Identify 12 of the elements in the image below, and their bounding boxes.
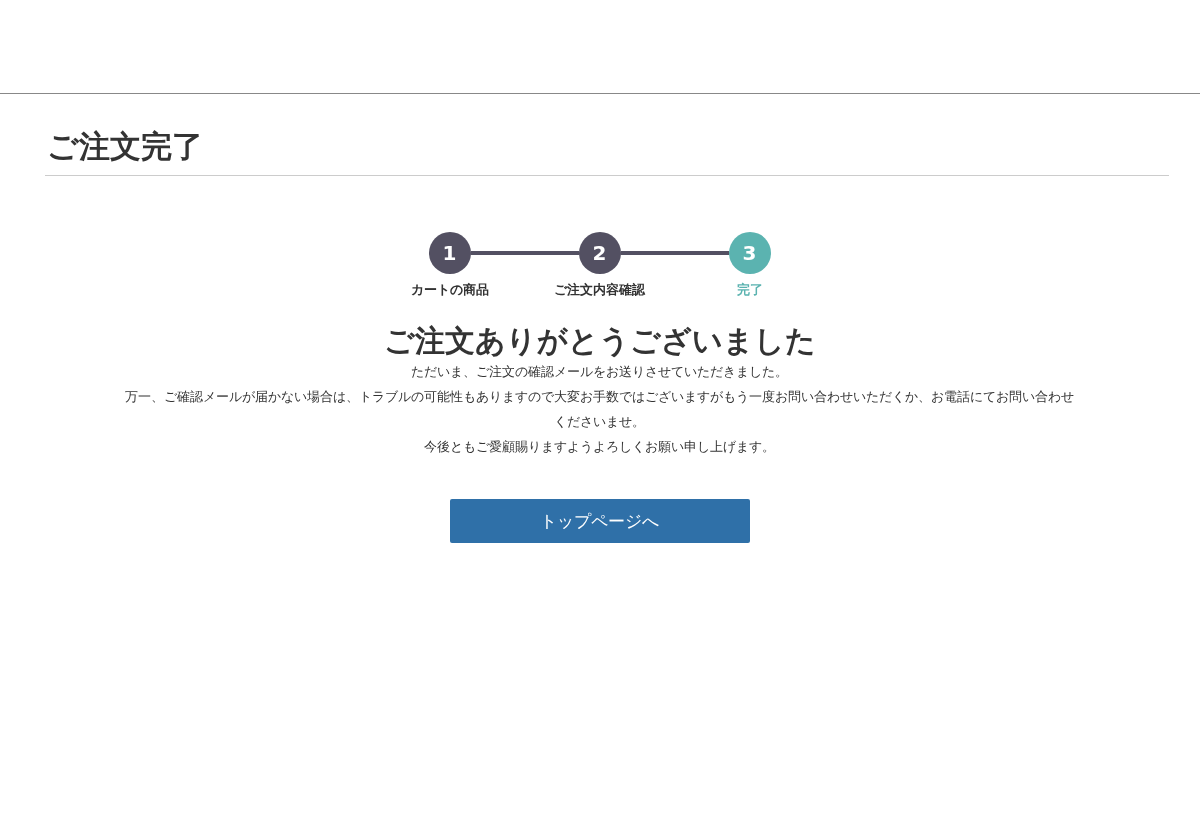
top-page-button[interactable]: トップページへ <box>449 499 750 543</box>
page-title: ご注文完了 <box>45 127 1169 176</box>
message-text: ただいま、ご注文の確認メールをお送りさせていただきました。 <box>410 363 789 381</box>
step-number: 1 <box>428 232 471 274</box>
step-label: ご注文内容確認 <box>554 281 645 299</box>
message-text: 今後ともご愛顧賜りますようよろしくお願い申し上げます。 <box>423 438 776 456</box>
step-number: 3 <box>728 232 771 274</box>
thank-you-heading: ご注文ありがとうございました <box>383 323 816 359</box>
step-number: 2 <box>578 232 621 274</box>
message-text: 万一、ご確認メールが届かない場合は、トラブルの可能性もありますので大変お手数ではございますがもう一度お問い合わせいただくか、お電話にてお問い合わせくださいませ。 <box>124 388 1075 431</box>
step-label: 完了 <box>736 281 763 299</box>
step-label: カートの商品 <box>410 281 489 299</box>
